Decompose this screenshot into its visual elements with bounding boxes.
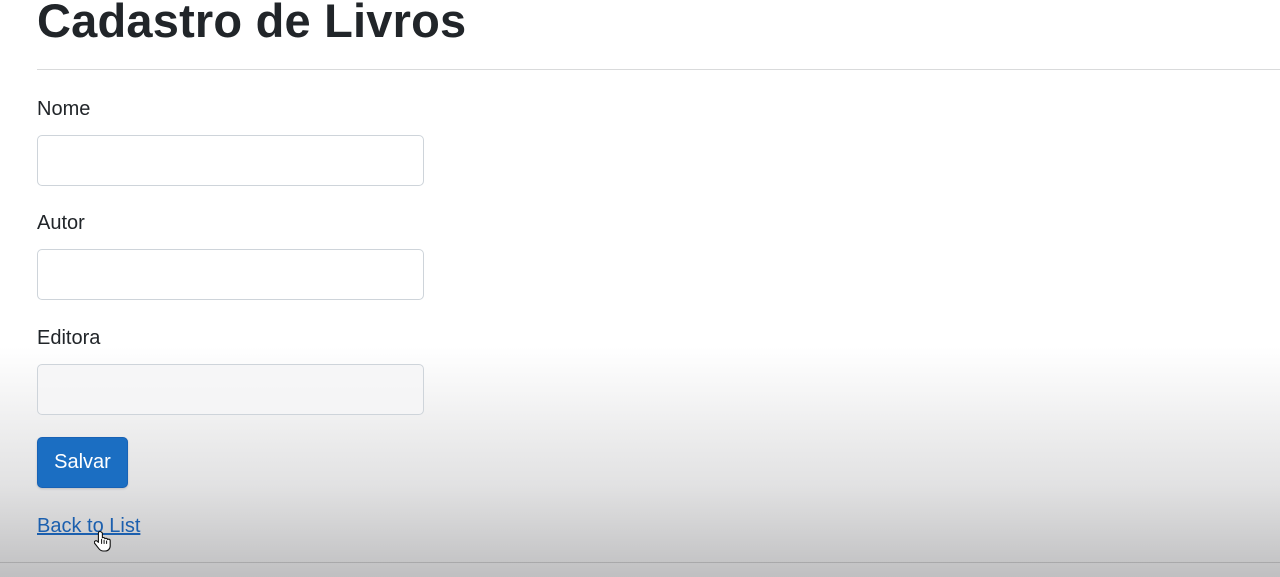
form-group-autor: Autor	[37, 210, 424, 300]
title-divider	[37, 69, 1280, 70]
bottom-divider	[0, 562, 1280, 563]
back-to-list-link[interactable]: Back to List	[37, 513, 140, 539]
editora-label: Editora	[37, 327, 101, 349]
autor-label: Autor	[37, 212, 85, 234]
nome-input[interactable]	[37, 135, 424, 186]
form-group-nome: Nome	[37, 96, 424, 186]
hand-pointer-icon	[94, 530, 111, 552]
nome-label: Nome	[37, 98, 91, 120]
autor-input[interactable]	[37, 249, 424, 300]
main-content: Cadastro de Livros Nome Autor Editora Sa…	[37, 0, 1280, 537]
page-title: Cadastro de Livros	[37, 0, 467, 47]
editora-input[interactable]	[37, 364, 424, 415]
save-button[interactable]: Salvar	[37, 437, 128, 488]
form-group-editora: Editora	[37, 325, 424, 415]
